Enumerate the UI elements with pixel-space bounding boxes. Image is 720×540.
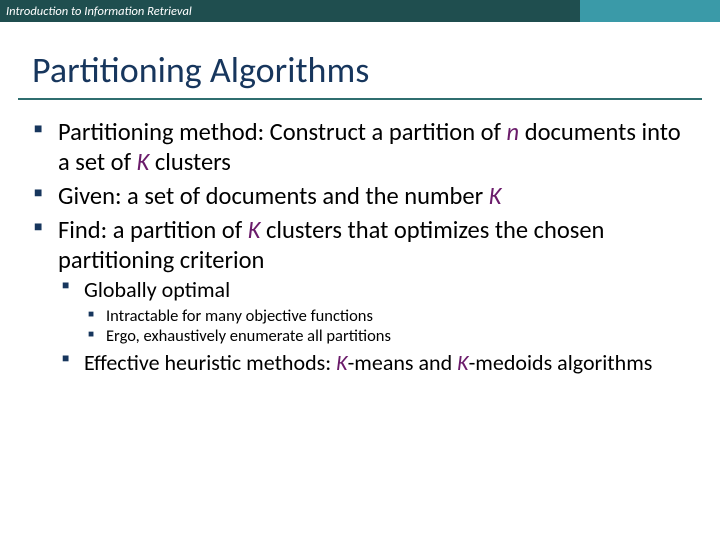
sub-sub-bullet-1: Intractable for many objective functions (84, 306, 690, 326)
sub-bullet-1: Globally optimal Intractable for many ob… (58, 277, 690, 346)
sub-sub-list: Intractable for many objective functions… (84, 306, 690, 346)
text: Find: a partition of (58, 215, 248, 245)
sub-sub-bullet-2: Ergo, exhaustively enumerate all partiti… (84, 326, 690, 346)
text: -medoids algorithms (469, 349, 653, 376)
bullet-2: Given: a set of documents and the number… (30, 182, 690, 212)
var-k: K (489, 181, 502, 211)
var-n: n (507, 117, 520, 147)
content-area: Partitioning method: Construct a partiti… (0, 100, 720, 377)
text: Given: a set of documents and the number (58, 181, 489, 211)
var-k: K (248, 215, 261, 245)
course-title: Introduction to Information Retrieval (6, 4, 192, 19)
var-k: K (336, 349, 347, 376)
var-k: K (137, 147, 150, 177)
var-k: K (457, 349, 468, 376)
sub-bullet-2: Effective heuristic methods: K-means and… (58, 350, 690, 377)
text: Effective heuristic methods: (84, 349, 336, 376)
slide: Introduction to Information Retrieval Pa… (0, 0, 720, 540)
bullet-3: Find: a partition of K clusters that opt… (30, 216, 690, 378)
bullet-list: Partitioning method: Construct a partiti… (30, 118, 690, 377)
header-bar: Introduction to Information Retrieval (0, 0, 720, 22)
text: clusters (149, 147, 231, 177)
text: Ergo, exhaustively enumerate all partiti… (106, 326, 391, 346)
sub-list: Globally optimal Intractable for many ob… (58, 277, 690, 377)
bullet-1: Partitioning method: Construct a partiti… (30, 118, 690, 178)
text: Intractable for many objective functions (106, 306, 373, 326)
text: Partitioning method: Construct a partiti… (58, 117, 507, 147)
text: -means and (348, 349, 458, 376)
page-title: Partitioning Algorithms (32, 48, 720, 92)
text: Globally optimal (84, 276, 230, 303)
